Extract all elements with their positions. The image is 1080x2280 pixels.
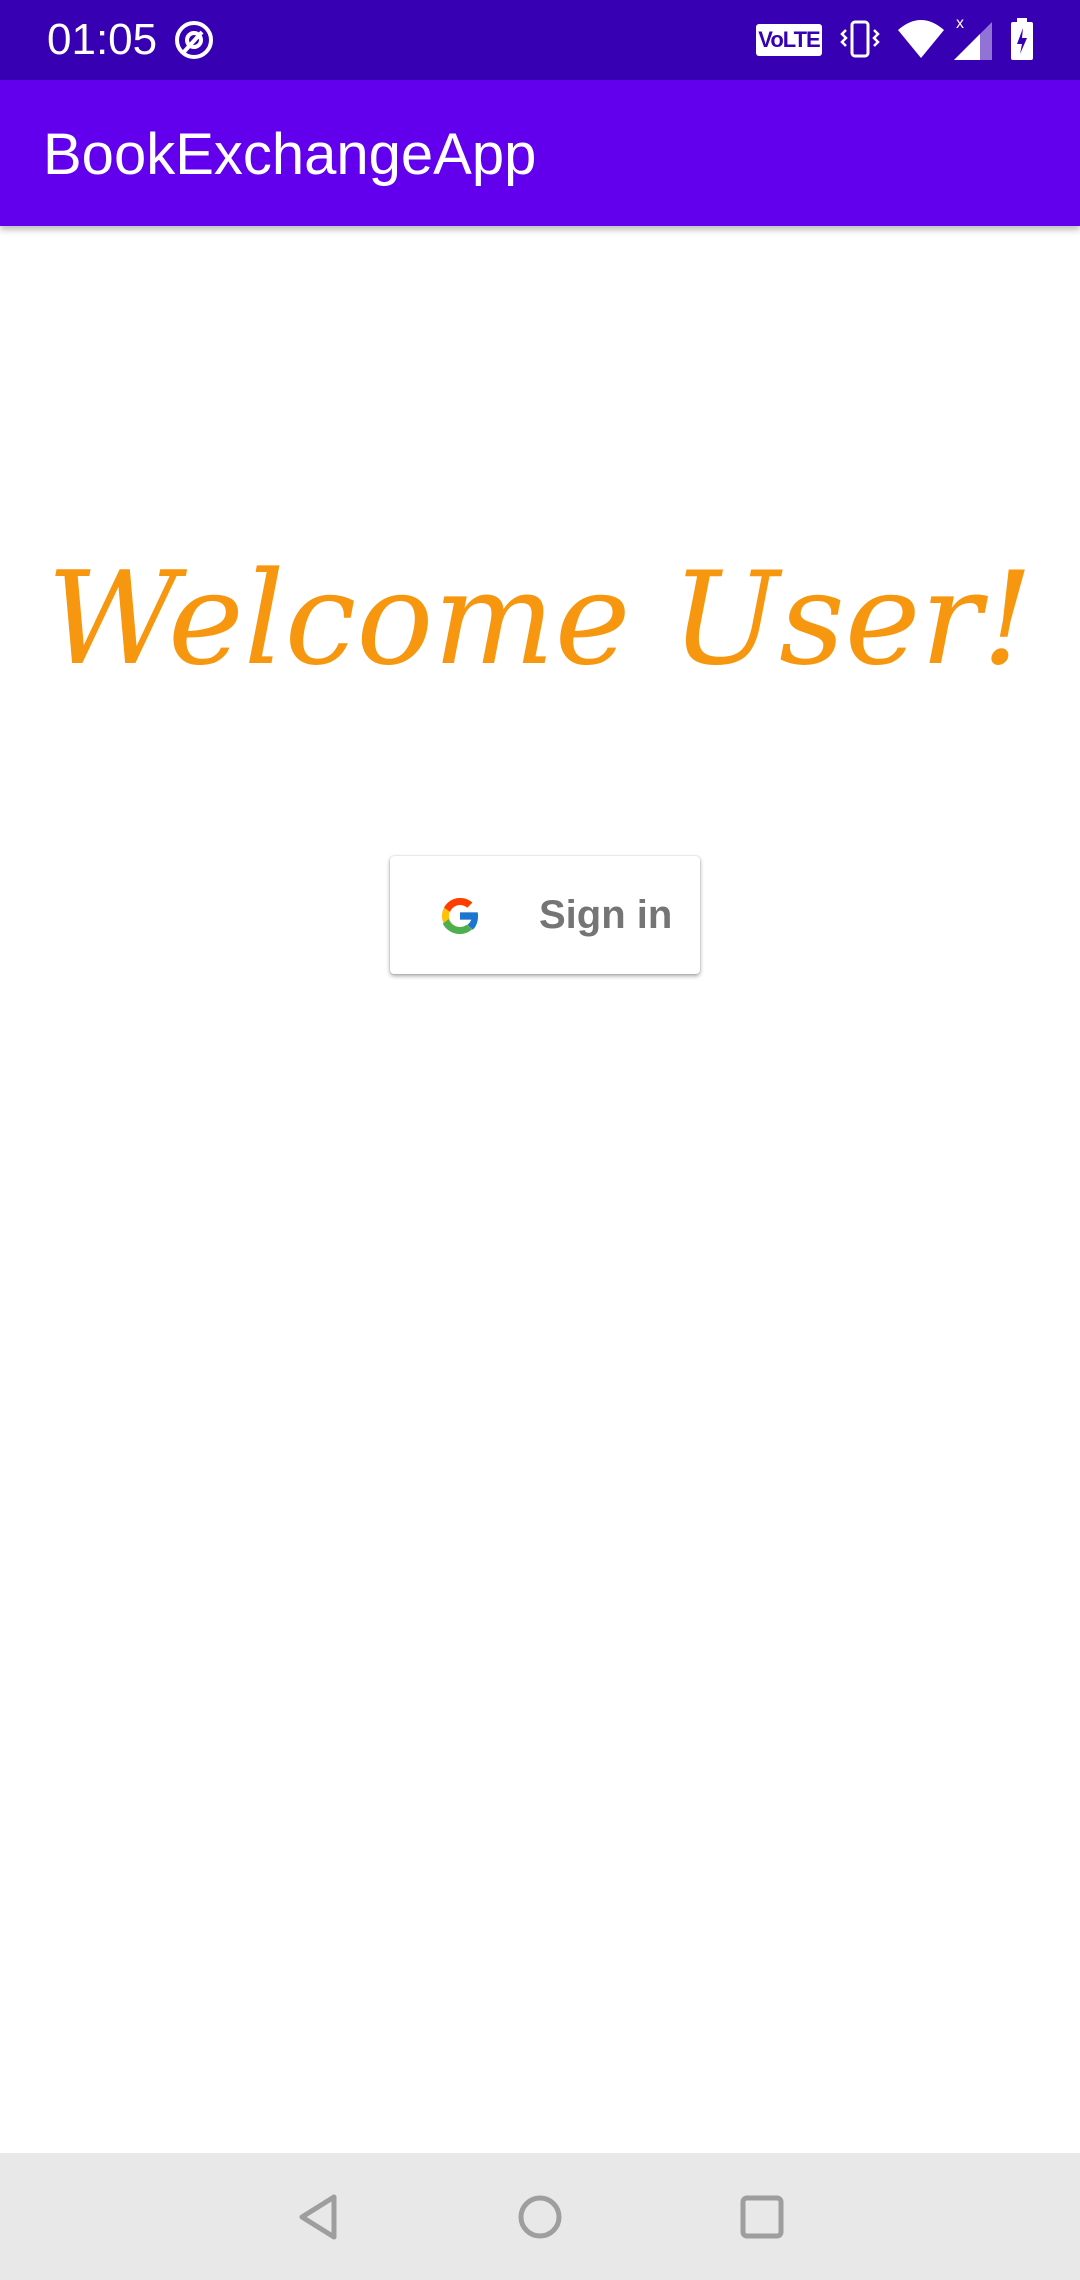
app-bar: BookExchangeApp	[0, 80, 1080, 226]
recents-icon[interactable]	[730, 2185, 794, 2249]
back-icon[interactable]	[288, 2185, 352, 2249]
battery-charging-icon	[1011, 18, 1033, 60]
signal-icon: x	[954, 16, 992, 60]
google-sign-in-button[interactable]: Sign in	[390, 856, 700, 974]
home-icon[interactable]	[508, 2185, 572, 2249]
app-title: BookExchangeApp	[43, 122, 537, 187]
sign-in-label: Sign in	[539, 893, 673, 937]
vibrate-icon	[840, 20, 880, 58]
status-time: 01:05	[47, 15, 158, 64]
svg-text:x: x	[956, 16, 964, 32]
volte-badge: VoLTE	[756, 24, 822, 56]
google-icon	[442, 898, 480, 934]
status-bar: 01:05 VoLTE x	[0, 0, 1080, 80]
navigation-bar	[0, 2153, 1080, 2280]
at-sign-icon	[175, 21, 213, 59]
welcome-heading: Welcome User!	[46, 545, 1034, 694]
wifi-icon	[898, 20, 944, 58]
